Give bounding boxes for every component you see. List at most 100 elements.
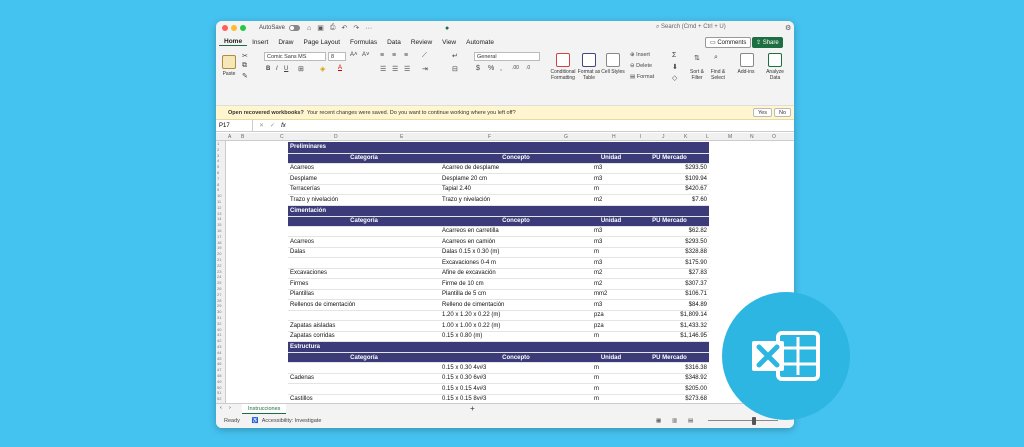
insert-cells-button[interactable]: ⊕ Insert (630, 52, 650, 58)
row-header[interactable]: 12 (217, 205, 221, 210)
align-center-icon[interactable]: ☰ (392, 65, 398, 73)
row-header[interactable]: 32 (217, 321, 221, 326)
cell-categoria[interactable]: Acarreos (288, 163, 440, 174)
tab-draw[interactable]: Draw (273, 39, 298, 46)
col-header[interactable]: N (750, 134, 754, 140)
col-header[interactable]: D (334, 134, 338, 140)
cell-unidad[interactable]: m2 (592, 278, 630, 290)
sheet-tab-instrucciones[interactable]: Instrucciones (242, 404, 287, 414)
cell-unidad[interactable]: m2 (592, 268, 630, 279)
cell-pu-mercado[interactable]: $293.50 (630, 236, 709, 248)
row-header[interactable]: 13 (217, 211, 221, 216)
row-header[interactable]: 29 (217, 303, 221, 308)
row-header[interactable]: 49 (217, 379, 221, 384)
col-header[interactable]: B (241, 134, 244, 140)
page-layout-view-icon[interactable]: ▥ (672, 418, 677, 424)
cell-concepto[interactable]: 0.15 x 0.30 4v#3 (440, 362, 592, 374)
cell-concepto[interactable]: 0.15 x 0.30 6v#3 (440, 373, 592, 384)
row-header[interactable]: 16 (217, 228, 221, 233)
font-color-icon[interactable]: A (338, 65, 342, 71)
col-header[interactable]: H (612, 134, 616, 140)
header-concepto[interactable]: Concepto (440, 153, 592, 164)
header-concepto[interactable]: Concepto (440, 352, 592, 363)
find-select-label[interactable]: Find & Select (708, 69, 728, 81)
next-sheet-icon[interactable]: › (229, 405, 231, 411)
row-header[interactable]: 10 (217, 193, 221, 198)
row-header[interactable]: 43 (217, 344, 221, 349)
cell-concepto[interactable]: 0.15 x 0.80 (m) (440, 331, 592, 342)
analyze-data-icon[interactable] (768, 53, 782, 67)
cell-categoria[interactable]: Castillos (288, 394, 440, 403)
cell-pu-mercado[interactable]: $62.82 (630, 226, 709, 237)
row-header[interactable]: 2 (217, 147, 219, 152)
tab-data[interactable]: Data (382, 39, 406, 46)
tab-home[interactable]: Home (219, 38, 248, 46)
cell-concepto[interactable]: Plantilla de 5 cm (440, 289, 592, 300)
font-name-select[interactable]: Comic Sans MS (264, 52, 326, 61)
cell-unidad[interactable]: m (592, 184, 630, 195)
cell-concepto[interactable]: Tapial 2.40 (440, 184, 592, 195)
add-sheet-icon[interactable]: + (470, 404, 475, 413)
save-icon[interactable]: ▣ (317, 24, 324, 32)
function-icon[interactable]: fx (281, 123, 286, 129)
cell-categoria[interactable]: Dalas (288, 247, 440, 258)
cell-categoria[interactable] (288, 257, 440, 269)
cell-categoria[interactable] (288, 362, 440, 374)
row-header[interactable]: 4 (217, 158, 219, 163)
header-categoria[interactable]: Categoría (288, 352, 440, 363)
row-header[interactable]: 5 (217, 164, 219, 169)
col-header[interactable]: E (400, 134, 403, 140)
autosum-icon[interactable]: Σ (672, 52, 676, 59)
cell-categoria[interactable]: Plantillas (288, 289, 440, 300)
confirm-entry-icon[interactable]: ✓ (270, 122, 275, 129)
tab-insert[interactable]: Insert (247, 39, 273, 46)
tab-view[interactable]: View (437, 39, 461, 46)
row-header[interactable]: 22 (217, 263, 221, 268)
row-header[interactable]: 30 (217, 309, 221, 314)
cell-categoria[interactable]: Terracerías (288, 184, 440, 195)
search-box[interactable]: ⌕ Search (Cmd + Ctrl + U) (656, 24, 726, 31)
header-unidad[interactable]: Unidad (592, 352, 630, 363)
cell-categoria[interactable] (288, 383, 440, 395)
row-header[interactable]: 9 (217, 187, 219, 192)
row-header[interactable]: 41 (217, 332, 221, 337)
cell-unidad[interactable]: m3 (592, 173, 630, 185)
col-header[interactable]: M (728, 134, 732, 140)
comma-icon[interactable]: , (500, 65, 502, 72)
align-left-icon[interactable]: ☰ (380, 65, 386, 73)
cell-pu-mercado[interactable]: $205.00 (630, 383, 709, 395)
cell-unidad[interactable]: m (592, 362, 630, 374)
add-ins-label[interactable]: Add-ins (734, 69, 758, 75)
align-top-icon[interactable]: ≡ (380, 52, 384, 59)
cell-pu-mercado[interactable]: $273.68 (630, 394, 709, 403)
format-painter-icon[interactable]: ✎ (242, 72, 248, 80)
col-header[interactable]: O (772, 134, 776, 140)
row-header[interactable]: 26 (217, 286, 221, 291)
cell-unidad[interactable]: m (592, 331, 630, 342)
header-categoria[interactable]: Categoría (288, 153, 440, 164)
autosave-toggle[interactable] (289, 25, 301, 31)
cell-categoria[interactable] (288, 226, 440, 237)
cell-unidad[interactable]: m3 (592, 236, 630, 248)
decrease-font-icon[interactable]: A˅ (362, 52, 370, 58)
currency-icon[interactable]: $ (476, 65, 480, 72)
cell-pu-mercado[interactable]: $316.38 (630, 362, 709, 374)
cell-pu-mercado[interactable]: $1,433.32 (630, 320, 709, 332)
add-ins-icon[interactable] (740, 53, 754, 67)
cell-concepto[interactable]: Acarreo de desplame (440, 163, 592, 174)
prev-sheet-icon[interactable]: ‹ (220, 405, 222, 411)
no-button[interactable]: No (774, 108, 792, 117)
row-header[interactable]: 18 (217, 240, 221, 245)
align-middle-icon[interactable]: ≡ (392, 52, 396, 59)
format-as-table-label[interactable]: Format as Table (576, 69, 602, 81)
row-header[interactable]: 14 (217, 216, 221, 221)
cell-pu-mercado[interactable]: $175.90 (630, 257, 709, 269)
cell-unidad[interactable]: m (592, 247, 630, 258)
cell-concepto[interactable]: 1.00 x 1.00 x 0.22 (m) (440, 320, 592, 332)
redo-icon[interactable]: ↷ (353, 24, 359, 32)
col-header[interactable]: K (684, 134, 687, 140)
col-header[interactable]: J (662, 134, 665, 140)
cancel-entry-icon[interactable]: ✕ (259, 122, 264, 129)
cell-pu-mercado[interactable]: $1,809.14 (630, 310, 709, 321)
conditional-formatting-label[interactable]: Conditional Formatting (548, 69, 578, 81)
